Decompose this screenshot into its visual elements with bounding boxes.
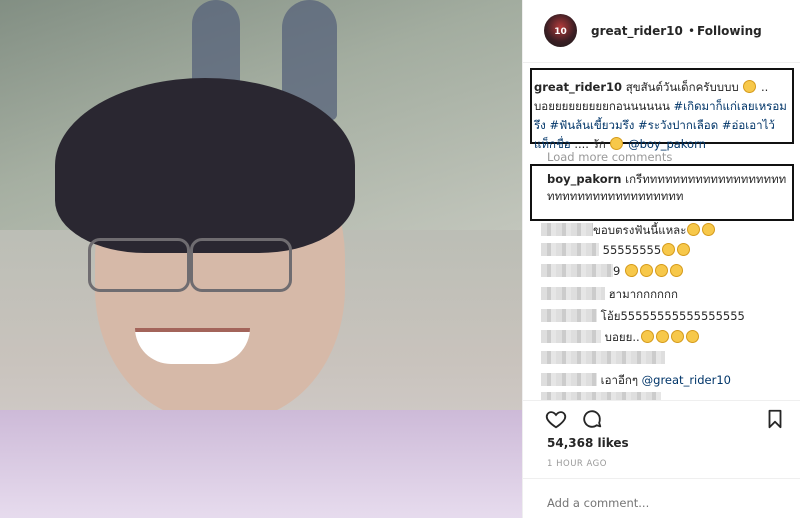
hashtag-link[interactable]: #ระวังปากเลือด <box>638 118 718 132</box>
post-caption: great_rider10 สุขสันต์วันเด็กครับบบบ .. … <box>534 78 792 154</box>
photo-glasses-left <box>88 238 190 292</box>
comment-item <box>541 351 665 369</box>
blurred-username[interactable] <box>541 243 599 256</box>
following-button[interactable]: Following <box>697 24 762 38</box>
post-actions-bar <box>523 400 800 436</box>
comment-item: 9 <box>541 264 684 282</box>
grin-emoji-icon <box>624 264 638 277</box>
caption-text: .... <box>574 137 589 151</box>
add-comment-input[interactable] <box>545 495 779 511</box>
comment-text: ขอบตรงฟันนี้แหละ <box>593 223 687 237</box>
photo-hair <box>55 78 355 253</box>
comment-item: โอ้ย55555555555555555 <box>541 308 745 326</box>
blurred-username[interactable] <box>541 287 605 300</box>
caption-text: รัก <box>592 137 606 151</box>
photo-glasses-right <box>190 238 292 292</box>
comment-item: ขอบตรงฟันนี้แหละ <box>541 222 716 240</box>
comment-item: บอยย.. <box>541 329 700 347</box>
grin-emoji-icon <box>639 264 653 277</box>
blurred-username[interactable] <box>541 223 593 236</box>
comment-item: 55555555 <box>541 243 691 261</box>
blurred-username[interactable] <box>541 373 597 386</box>
avatar[interactable]: 10 <box>544 14 577 47</box>
post-side-panel: 10 great_rider10 • Following great_rider… <box>522 0 800 518</box>
load-more-comments-link[interactable]: Load more comments <box>547 150 672 164</box>
grin-emoji-icon <box>677 243 691 256</box>
smile-emoji-icon <box>640 330 654 343</box>
smile-emoji-icon <box>655 330 669 343</box>
smile-emoji-icon <box>685 330 699 343</box>
post-timestamp: 1 HOUR AGO <box>547 459 607 469</box>
comment-text: ฮามากกกกกก <box>608 287 678 301</box>
comment-icon[interactable] <box>581 408 603 430</box>
photo-shirt <box>0 410 522 518</box>
caption-text: บอยยยยยยยยยกอนนนนนน <box>534 99 670 113</box>
heart-icon[interactable] <box>545 408 567 430</box>
hashtag-link[interactable]: #ฟันล้นเขี้ยวมรึง <box>549 118 634 132</box>
comment-item-partial <box>541 392 661 400</box>
photo-smile <box>135 328 250 364</box>
avatar-jersey-number: 10 <box>554 27 567 37</box>
grin-emoji-icon <box>662 243 676 256</box>
header-username-link[interactable]: great_rider10 <box>591 24 683 38</box>
grin-emoji-icon <box>687 223 701 236</box>
mention-link[interactable]: @boy_pakorn <box>628 137 706 151</box>
instagram-post-view: 10 great_rider10 • Following great_rider… <box>0 0 800 518</box>
comment-item: boy_pakorn เกรีททททททททททททททททททททททททท… <box>547 171 789 205</box>
header-separator: • <box>688 24 696 38</box>
caption-username-link[interactable]: great_rider10 <box>534 80 622 94</box>
blurred-comment <box>541 392 661 400</box>
caption-text: สุขสันต์วันเด็กครับบบบ <box>625 80 739 94</box>
caption-text: .. <box>760 80 769 94</box>
blurred-username[interactable] <box>541 330 601 343</box>
grin-emoji-icon <box>654 264 668 277</box>
grin-emoji-icon <box>743 80 757 93</box>
comment-text: 55555555 <box>602 243 662 257</box>
comment-item: ฮามากกกกกก <box>541 286 678 304</box>
add-comment-bar <box>523 478 800 519</box>
comment-text: บอยย.. <box>604 330 640 344</box>
comment-text: 9 <box>613 264 621 278</box>
blurred-username[interactable] <box>541 264 613 277</box>
grin-emoji-icon <box>702 223 716 236</box>
comment-item: เอาอีกๆ @great_rider10 <box>541 372 731 390</box>
post-photo[interactable] <box>0 0 522 518</box>
post-header: 10 great_rider10 • Following <box>523 0 800 63</box>
bookmark-icon[interactable] <box>764 408 786 430</box>
grin-emoji-icon <box>610 137 624 150</box>
blurred-username[interactable] <box>541 309 597 322</box>
comment-text: เอาอีกๆ <box>600 373 638 387</box>
mention-link[interactable]: @great_rider10 <box>642 373 731 387</box>
smile-emoji-icon <box>670 330 684 343</box>
comment-username-link[interactable]: boy_pakorn <box>547 172 621 186</box>
blurred-comment[interactable] <box>541 351 665 364</box>
comment-text: โอ้ย55555555555555555 <box>600 309 745 323</box>
grin-emoji-icon <box>669 264 683 277</box>
likes-count[interactable]: 54,368 likes <box>547 436 629 450</box>
